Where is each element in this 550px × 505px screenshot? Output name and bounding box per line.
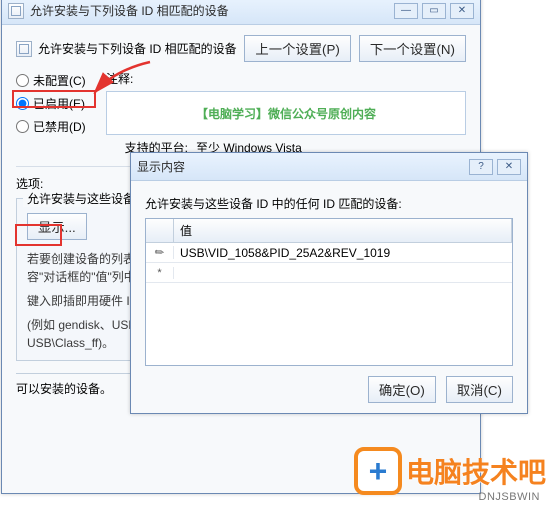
policy-title: 允许安装与下列设备 ID 相匹配的设备 xyxy=(38,40,237,57)
dialog-title: 显示内容 xyxy=(137,158,469,175)
notes-content: 【电脑学习】微信公众号原创内容 xyxy=(196,105,376,122)
close-button[interactable]: ✕ xyxy=(450,3,474,19)
grid-header-icon xyxy=(146,219,174,242)
radio-disabled-input[interactable] xyxy=(16,120,29,133)
grid-row[interactable]: ✎ USB\VID_1058&PID_25A2&REV_1019 xyxy=(146,243,512,263)
next-setting-button[interactable]: 下一个设置(N) xyxy=(359,35,466,62)
dialog-instruction: 允许安装与这些设备 ID 中的任何 ID 匹配的设备: xyxy=(145,195,513,212)
cancel-button[interactable]: 取消(C) xyxy=(446,376,513,403)
radio-unconfigured-input[interactable] xyxy=(16,74,29,87)
prev-setting-button[interactable]: 上一个设置(P) xyxy=(244,35,350,62)
radio-unconfigured[interactable]: 未配置(C) xyxy=(16,72,106,89)
dialog-titlebar[interactable]: 显示内容 ? ✕ xyxy=(131,153,527,181)
grid-cell-value[interactable]: USB\VID_1058&PID_25A2&REV_1019 xyxy=(174,246,512,260)
brand-logo-icon: + xyxy=(354,447,402,495)
annotation-box-enabled xyxy=(12,90,96,108)
notes-label: 注释: xyxy=(106,70,466,87)
minimize-button[interactable]: — xyxy=(394,3,418,19)
notes-box[interactable]: 【电脑学习】微信公众号原创内容 xyxy=(106,91,466,135)
values-grid[interactable]: 值 ✎ USB\VID_1058&PID_25A2&REV_1019 * xyxy=(145,218,513,366)
window-controls: — ▭ ✕ xyxy=(394,3,474,19)
new-row-icon: * xyxy=(146,267,174,279)
annotation-box-show xyxy=(15,224,62,246)
grid-row-new[interactable]: * xyxy=(146,263,512,283)
dialog-help-button[interactable]: ? xyxy=(469,159,493,175)
edit-icon: ✎ xyxy=(146,246,174,259)
brand-text: 电脑技术吧 xyxy=(406,451,546,491)
policy-icon xyxy=(16,41,32,57)
grid-header: 值 xyxy=(146,219,512,243)
show-contents-dialog: 显示内容 ? ✕ 允许安装与这些设备 ID 中的任何 ID 匹配的设备: 值 ✎… xyxy=(130,152,528,414)
maximize-button[interactable]: ▭ xyxy=(422,3,446,19)
branding-watermark: + 电脑技术吧 xyxy=(354,447,546,495)
titlebar[interactable]: 允许安装与下列设备 ID 相匹配的设备 — ▭ ✕ xyxy=(2,0,480,25)
window-title: 允许安装与下列设备 ID 相匹配的设备 xyxy=(30,2,394,19)
grid-header-value[interactable]: 值 xyxy=(174,219,512,242)
window-icon xyxy=(8,3,24,19)
dialog-close-button[interactable]: ✕ xyxy=(497,159,521,175)
radio-disabled[interactable]: 已禁用(D) xyxy=(16,118,106,135)
ok-button[interactable]: 确定(O) xyxy=(368,376,436,403)
